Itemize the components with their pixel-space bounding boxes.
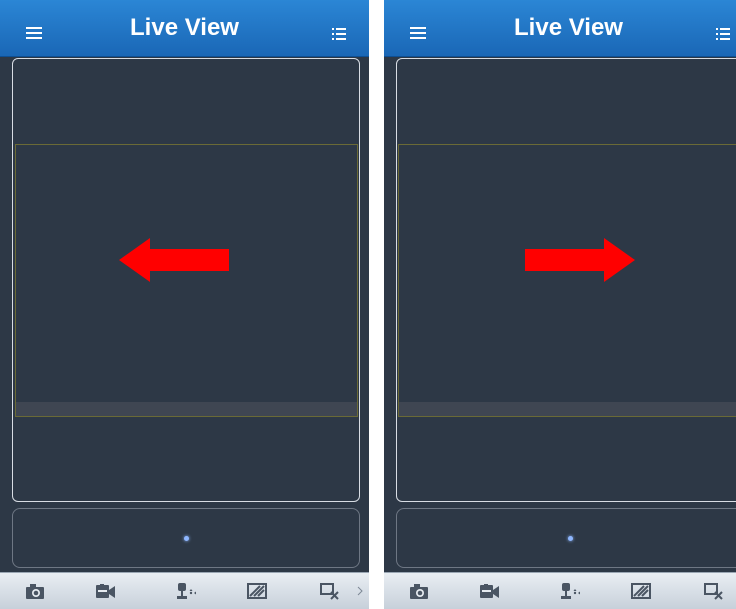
video-record-icon[interactable]: [478, 581, 500, 601]
header-bar: Live View: [384, 0, 736, 57]
bottom-toolbar: [0, 572, 369, 609]
header-bar: Live View: [0, 0, 369, 57]
list-icon[interactable]: [332, 28, 346, 40]
ptz-control-icon[interactable]: [175, 581, 197, 601]
page-indicator-panel[interactable]: [12, 508, 360, 568]
camera-icon[interactable]: [24, 581, 46, 601]
video-frame-bottom-strip: [399, 402, 736, 416]
swipe-left-arrow-icon: [119, 238, 229, 282]
page-indicator-dot: [568, 536, 573, 541]
camera-icon[interactable]: [408, 581, 430, 601]
bottom-toolbar: [384, 572, 736, 609]
chevron-right-icon[interactable]: [356, 586, 364, 596]
page-indicator-dot: [184, 536, 189, 541]
swipe-right-arrow-icon: [525, 238, 635, 282]
live-view-screen-left: Live View: [0, 0, 369, 609]
video-record-icon[interactable]: [94, 581, 116, 601]
image-settings-icon[interactable]: [246, 581, 268, 601]
image-settings-icon[interactable]: [630, 581, 652, 601]
video-frame-bottom-strip: [16, 402, 357, 416]
live-view-screen-right: Live View: [384, 0, 736, 609]
list-icon[interactable]: [716, 28, 730, 40]
page-indicator-panel[interactable]: [396, 508, 736, 568]
ptz-control-icon[interactable]: [559, 581, 581, 601]
close-window-icon[interactable]: [319, 581, 341, 601]
page-title: Live View: [130, 14, 239, 41]
page-title: Live View: [514, 14, 623, 41]
close-window-icon[interactable]: [703, 581, 725, 601]
